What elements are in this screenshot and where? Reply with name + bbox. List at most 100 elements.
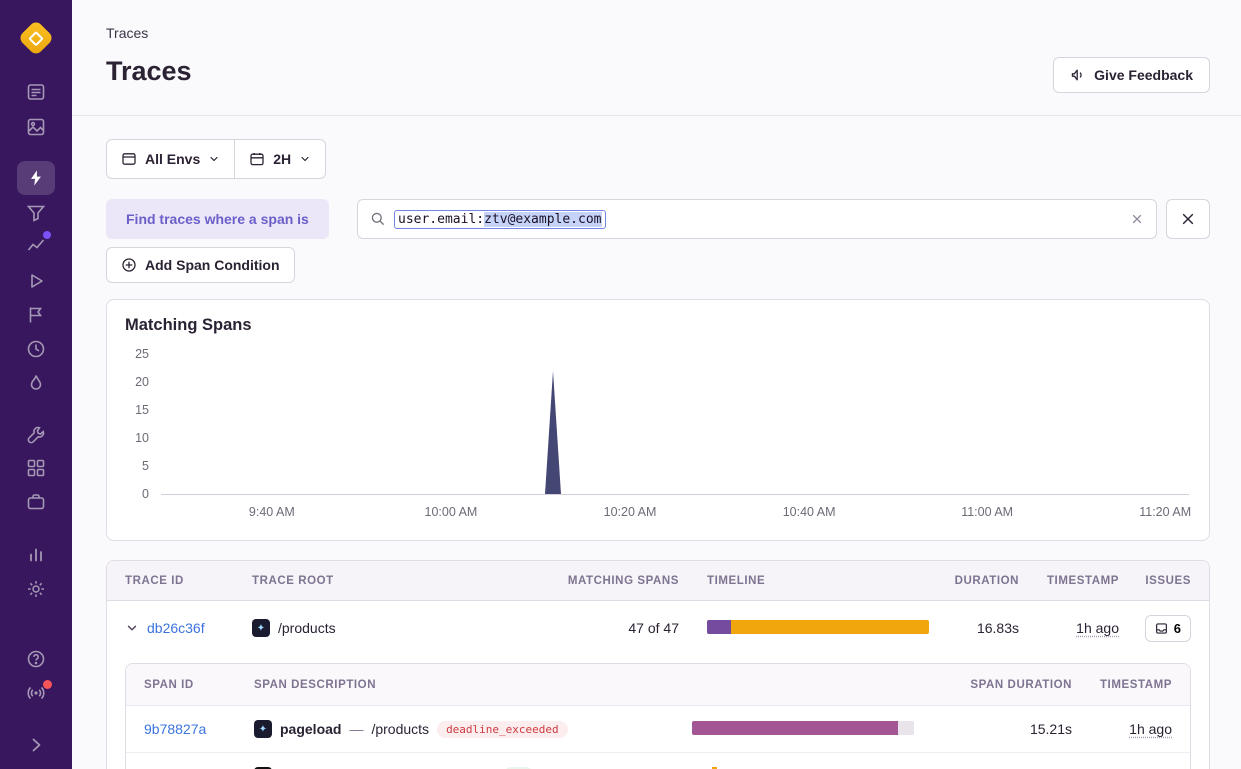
- header-divider: [72, 115, 1241, 116]
- trace-issues-button[interactable]: 6: [1145, 615, 1191, 642]
- releases-flag-icon[interactable]: [24, 303, 48, 327]
- search-token[interactable]: user.email:ztv@example.com: [394, 210, 606, 229]
- breadcrumb[interactable]: Traces: [106, 25, 148, 41]
- separator: —: [349, 721, 363, 737]
- span-condition-label: Find traces where a span is: [106, 199, 329, 239]
- x-tick: 10:00 AM: [425, 505, 478, 519]
- span-op: pageload: [280, 721, 341, 737]
- add-span-condition-button[interactable]: Add Span Condition: [106, 247, 295, 283]
- col-span-id: Span ID: [144, 679, 254, 691]
- y-tick: 15: [125, 403, 149, 417]
- x-tick: 10:20 AM: [604, 505, 657, 519]
- crons-clock-icon[interactable]: [24, 337, 48, 361]
- sidebar: [0, 0, 72, 769]
- chart-spike: [545, 371, 561, 494]
- project-icon: ✦: [254, 720, 272, 738]
- y-tick: 25: [125, 347, 149, 361]
- chart-plot-area: [161, 355, 1189, 495]
- x-tick: 11:00 AM: [961, 505, 1013, 519]
- clear-search-icon[interactable]: [1130, 212, 1144, 226]
- org-logo[interactable]: [18, 20, 54, 56]
- issues-chip-icon: [1155, 622, 1168, 635]
- span-id-link[interactable]: 9b78827a: [144, 721, 254, 737]
- chart-title: Matching Spans: [125, 316, 1209, 335]
- col-timestamp: Timestamp: [1047, 575, 1119, 587]
- environment-filter[interactable]: All Envs: [107, 140, 234, 178]
- chevron-down-icon: [208, 153, 220, 165]
- plus-circle-icon: [121, 257, 137, 273]
- span-row: 9b78827a ✦ pageload — /products deadline…: [126, 706, 1190, 752]
- replay-play-icon[interactable]: [24, 269, 48, 293]
- projects-icon[interactable]: [24, 115, 48, 139]
- metrics-icon[interactable]: [24, 233, 48, 257]
- integrations-grid-icon[interactable]: [24, 456, 48, 480]
- trace-root-text: /products: [278, 620, 336, 636]
- col-span-timestamp: Timestamp: [1100, 679, 1172, 691]
- y-tick: 10: [125, 431, 149, 445]
- page-filter-bar: All Envs 2H: [106, 139, 326, 179]
- metrics-badge-dot: [43, 231, 51, 239]
- project-icon: ✦: [252, 619, 270, 637]
- traces-table: Trace ID Trace Root Matching Spans Timel…: [106, 560, 1210, 769]
- chevron-down-icon: [299, 153, 311, 165]
- briefcase-icon[interactable]: [24, 490, 48, 514]
- matching-spans-count: 47 of 47: [628, 620, 679, 636]
- span-duration: 15.21s: [1030, 721, 1072, 737]
- x-tick: 11:20 AM: [1139, 505, 1191, 519]
- y-tick: 0: [125, 487, 149, 501]
- explore-traces-icon[interactable]: [17, 161, 55, 195]
- span-table-header: Span ID Span Description Span Duration T…: [126, 664, 1190, 706]
- whats-new-badge-dot: [43, 680, 52, 689]
- matching-spans-card: Matching Spans 25 20 15 10 5 0 9:40 AM 1…: [106, 299, 1210, 541]
- span-status-tag: deadline_exceeded: [437, 721, 568, 738]
- col-trace-root: Trace Root: [252, 575, 549, 587]
- span-timestamp: 1h ago: [1129, 721, 1172, 737]
- col-matching-spans: Matching Spans: [568, 575, 679, 587]
- trace-timeline-bar: [707, 620, 929, 634]
- collapse-trace-chevron-icon[interactable]: [125, 621, 139, 635]
- span-row: b7a7e441 ✦ http.server — GET /organizati…: [126, 752, 1190, 769]
- calendar-icon: [249, 151, 265, 167]
- remove-condition-button[interactable]: [1166, 199, 1210, 239]
- search-token-key: user.email:: [398, 212, 484, 227]
- trace-id-link[interactable]: db26c36f: [147, 620, 205, 636]
- help-icon[interactable]: [24, 647, 48, 671]
- trace-row: db26c36f ✦ /products 47 of 47 16.83s 1h …: [107, 601, 1209, 655]
- span-table: Span ID Span Description Span Duration T…: [125, 663, 1191, 769]
- page-title: Traces: [106, 56, 192, 87]
- col-span-duration: Span Duration: [970, 679, 1072, 691]
- y-tick: 20: [125, 375, 149, 389]
- col-span-description: Span Description: [254, 679, 692, 691]
- y-tick: 5: [125, 459, 149, 473]
- x-tick: 10:40 AM: [783, 505, 836, 519]
- funnel-icon[interactable]: [24, 201, 48, 225]
- close-icon: [1180, 211, 1196, 227]
- give-feedback-button[interactable]: Give Feedback: [1053, 57, 1210, 93]
- traces-table-header: Trace ID Trace Root Matching Spans Timel…: [107, 561, 1209, 601]
- alerts-wrench-icon[interactable]: [24, 423, 48, 447]
- col-trace-id: Trace ID: [125, 575, 252, 587]
- search-icon: [370, 211, 386, 227]
- date-range-filter[interactable]: 2H: [234, 140, 325, 178]
- window-icon: [121, 151, 137, 167]
- org-logo-icon: [18, 20, 55, 57]
- matching-spans-chart: 25 20 15 10 5 0 9:40 AM 10:00 AM 10:20 A…: [125, 347, 1191, 517]
- profiling-flame-icon[interactable]: [24, 371, 48, 395]
- col-issues: Issues: [1145, 575, 1191, 587]
- x-tick: 9:40 AM: [249, 505, 295, 519]
- trace-timestamp: 1h ago: [1076, 620, 1119, 636]
- whats-new-broadcast-icon[interactable]: [24, 681, 48, 705]
- stats-bars-icon[interactable]: [24, 542, 48, 566]
- issues-icon[interactable]: [24, 80, 48, 104]
- col-duration: Duration: [955, 575, 1019, 587]
- span-search-input[interactable]: user.email:ztv@example.com: [357, 199, 1157, 239]
- span-description: /products: [371, 721, 429, 737]
- traces-page: Traces Traces Give Feedback All Envs 2H: [0, 0, 1241, 769]
- trace-duration: 16.83s: [977, 620, 1019, 636]
- search-token-value: ztv@example.com: [484, 212, 601, 227]
- span-duration-bar: [692, 721, 914, 735]
- sidebar-expand-chevron-icon[interactable]: [24, 733, 48, 757]
- megaphone-icon: [1070, 67, 1086, 83]
- col-timeline: Timeline: [679, 575, 929, 587]
- settings-gear-icon[interactable]: [24, 577, 48, 601]
